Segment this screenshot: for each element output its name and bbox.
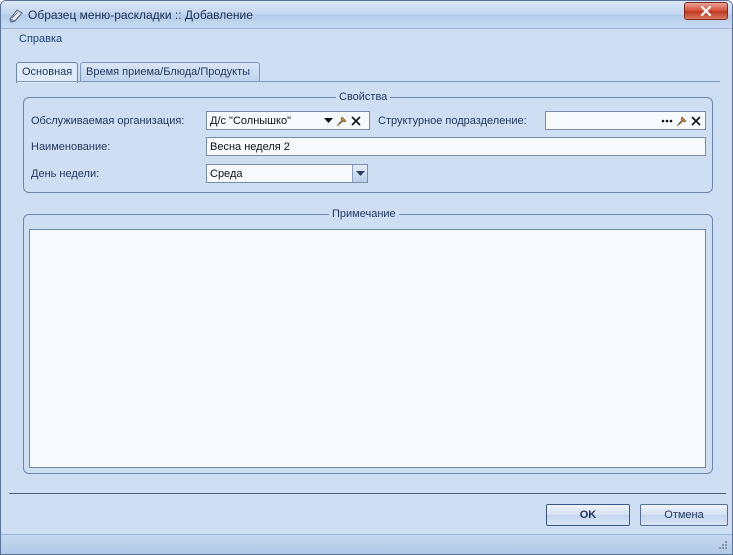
name-label: Наименование:	[31, 141, 111, 153]
status-bar	[1, 534, 732, 554]
title-bar[interactable]: Образец меню-раскладки :: Добавление	[1, 1, 732, 29]
properties-legend: Свойства	[336, 91, 391, 103]
clear-x-icon[interactable]	[691, 116, 701, 126]
cancel-button[interactable]: Отмена	[640, 504, 728, 526]
weekday-dropdown-button[interactable]	[352, 165, 367, 182]
weekday-label: День недели:	[31, 168, 100, 180]
weekday-select[interactable]: Среда	[206, 164, 368, 183]
subdivision-controls	[661, 114, 701, 128]
tab-main-label: Основная	[22, 66, 73, 78]
org-controls	[324, 114, 361, 128]
tab-meal-times-label: Время приема/Блюда/Продукты	[86, 66, 251, 78]
menu-document-icon	[8, 7, 24, 23]
close-icon	[700, 6, 712, 16]
clear-x-icon[interactable]	[351, 116, 361, 126]
close-button[interactable]	[684, 2, 728, 20]
footer-divider	[9, 493, 726, 494]
notes-textarea[interactable]	[29, 229, 706, 468]
pick-icon[interactable]	[676, 115, 688, 127]
dialog-window: Образец меню-раскладки :: Добавление Спр…	[0, 0, 733, 555]
chevron-down-icon[interactable]	[324, 118, 333, 124]
org-label: Обслуживаемая организация:	[31, 115, 185, 127]
pick-icon[interactable]	[336, 115, 348, 127]
subdivision-label: Структурное подразделение:	[378, 115, 527, 127]
tab-main[interactable]: Основная	[16, 62, 78, 83]
org-field[interactable]: Д/с "Солнышко"	[206, 111, 370, 130]
ellipsis-icon[interactable]	[661, 119, 673, 123]
window-title: Образец меню-раскладки :: Добавление	[28, 8, 253, 22]
name-value: Весна неделя 2	[210, 141, 290, 153]
weekday-value: Среда	[210, 168, 243, 180]
notes-legend: Примечание	[329, 208, 399, 220]
org-value: Д/с "Солнышко"	[210, 115, 291, 127]
tab-meal-times[interactable]: Время приема/Блюда/Продукты	[80, 62, 260, 82]
tab-divider	[16, 81, 720, 82]
menu-bar: Справка	[19, 33, 62, 47]
chevron-down-icon	[356, 171, 365, 176]
ok-button[interactable]: OK	[546, 504, 630, 526]
name-input[interactable]: Весна неделя 2	[206, 137, 706, 156]
subdivision-field[interactable]	[545, 111, 706, 130]
menu-help[interactable]: Справка	[19, 33, 62, 45]
resize-grip-icon[interactable]	[716, 540, 728, 552]
